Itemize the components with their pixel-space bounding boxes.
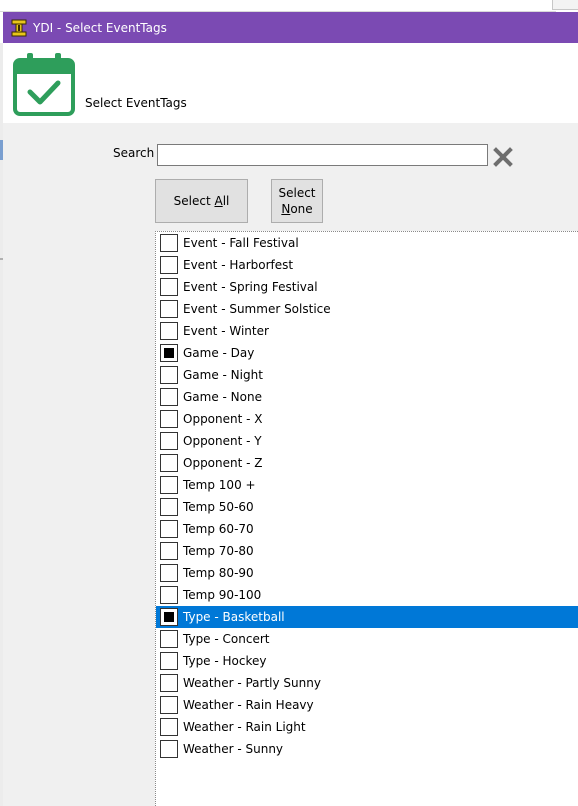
checkbox[interactable]	[160, 366, 178, 384]
checkbox[interactable]	[160, 652, 178, 670]
checklist-item[interactable]: Event - Summer Solstice	[156, 298, 578, 320]
checklist-item-label: Temp 70-80	[183, 544, 254, 558]
search-input[interactable]	[157, 144, 488, 166]
checklist-item[interactable]: Weather - Rain Heavy	[156, 694, 578, 716]
checklist-item[interactable]: Weather - Rain Light	[156, 716, 578, 738]
checklist-item-label: Event - Fall Festival	[183, 236, 299, 250]
app-logo-icon	[11, 19, 27, 37]
checklist-item[interactable]: Game - Night	[156, 364, 578, 386]
checklist-item-label: Temp 90-100	[183, 588, 262, 602]
checkbox[interactable]	[160, 630, 178, 648]
select-all-button[interactable]: Select All	[155, 179, 248, 223]
checklist-item[interactable]: Temp 50-60	[156, 496, 578, 518]
checklist-item[interactable]: Temp 80-90	[156, 562, 578, 584]
checkbox[interactable]	[160, 234, 178, 252]
checkbox[interactable]	[160, 410, 178, 428]
checkbox[interactable]	[160, 454, 178, 472]
checklist-item[interactable]: Game - Day	[156, 342, 578, 364]
checkbox[interactable]	[160, 344, 178, 362]
event-tags-checklist[interactable]: Event - Fall Festival Event - Harborfest E…	[155, 231, 578, 806]
select-none-button[interactable]: Select None	[271, 179, 323, 223]
title-bar[interactable]: YDI - Select EventTags	[3, 12, 578, 43]
checklist-item-label: Temp 50-60	[183, 500, 254, 514]
checklist-item[interactable]: Type - Basketball	[156, 606, 578, 628]
select-none-label: Select None	[278, 186, 316, 216]
clear-search-button[interactable]	[492, 146, 514, 168]
checkbox[interactable]	[160, 520, 178, 538]
checklist-item-label: Weather - Rain Heavy	[183, 698, 314, 712]
checkbox[interactable]	[160, 278, 178, 296]
checkbox[interactable]	[160, 718, 178, 736]
checklist-item-label: Opponent - Z	[183, 456, 263, 470]
close-x-icon	[493, 147, 513, 167]
checkbox[interactable]	[160, 388, 178, 406]
checkbox[interactable]	[160, 300, 178, 318]
window: YDI - Select EventTags Select EventTags …	[0, 0, 578, 806]
checkbox[interactable]	[160, 696, 178, 714]
checklist-item[interactable]: Opponent - Z	[156, 452, 578, 474]
checklist-item[interactable]: Type - Concert	[156, 628, 578, 650]
content-panel: Search Select All Select None Event - Fa…	[3, 123, 578, 806]
checklist-item-label: Weather - Partly Sunny	[183, 676, 321, 690]
calendar-check-icon	[13, 52, 75, 116]
checkbox[interactable]	[160, 564, 178, 582]
checklist-item-label: Temp 80-90	[183, 566, 254, 580]
checkbox[interactable]	[160, 432, 178, 450]
checkbox[interactable]	[160, 256, 178, 274]
checklist-item-label: Game - Day	[183, 346, 255, 360]
checklist-item-label: Opponent - Y	[183, 434, 262, 448]
checklist-item[interactable]: Temp 60-70	[156, 518, 578, 540]
checkbox[interactable]	[160, 586, 178, 604]
header-title: Select EventTags	[85, 96, 187, 110]
checklist-item-label: Type - Concert	[183, 632, 270, 646]
checklist-item-label: Event - Harborfest	[183, 258, 294, 272]
checklist-item-label: Temp 60-70	[183, 522, 254, 536]
checklist-item[interactable]: Opponent - Y	[156, 430, 578, 452]
checklist-item[interactable]: Opponent - X	[156, 408, 578, 430]
checkbox[interactable]	[160, 542, 178, 560]
header-panel: Select EventTags	[3, 43, 578, 123]
select-all-label: Select All	[173, 194, 230, 208]
search-label: Search	[113, 146, 155, 160]
checklist-item-label: Type - Hockey	[183, 654, 267, 668]
checklist-item[interactable]: Temp 90-100	[156, 584, 578, 606]
checklist-item-label: Weather - Sunny	[183, 742, 284, 756]
checklist-item-label: Event - Winter	[183, 324, 269, 338]
checklist-item-label: Event - Summer Solstice	[183, 302, 331, 316]
checklist-item[interactable]: Event - Winter	[156, 320, 578, 342]
checklist-item[interactable]: Type - Hockey	[156, 650, 578, 672]
checklist-item-label: Temp 100 +	[183, 478, 256, 492]
checkbox[interactable]	[160, 674, 178, 692]
checklist-item-label: Game - None	[183, 390, 262, 404]
checkbox[interactable]	[160, 476, 178, 494]
checkbox[interactable]	[160, 498, 178, 516]
checklist-item-label: Type - Basketball	[183, 610, 285, 624]
checklist-item-label: Opponent - X	[183, 412, 263, 426]
checkbox[interactable]	[160, 608, 178, 626]
checklist-item-label: Game - Night	[183, 368, 263, 382]
checklist-item[interactable]: Event - Spring Festival	[156, 276, 578, 298]
checklist-item[interactable]: Weather - Sunny	[156, 738, 578, 760]
checklist-item-label: Weather - Rain Light	[183, 720, 306, 734]
checklist-item[interactable]: Event - Fall Festival	[156, 232, 578, 254]
checklist-item[interactable]: Game - None	[156, 386, 578, 408]
checkbox[interactable]	[160, 740, 178, 758]
checkbox[interactable]	[160, 322, 178, 340]
window-title: YDI - Select EventTags	[33, 20, 167, 35]
checklist-item[interactable]: Weather - Partly Sunny	[156, 672, 578, 694]
checklist-item[interactable]: Temp 70-80	[156, 540, 578, 562]
background-window-corner	[552, 0, 578, 10]
checklist-item[interactable]: Temp 100 +	[156, 474, 578, 496]
checklist-item-label: Event - Spring Festival	[183, 280, 318, 294]
checklist-item[interactable]: Event - Harborfest	[156, 254, 578, 276]
